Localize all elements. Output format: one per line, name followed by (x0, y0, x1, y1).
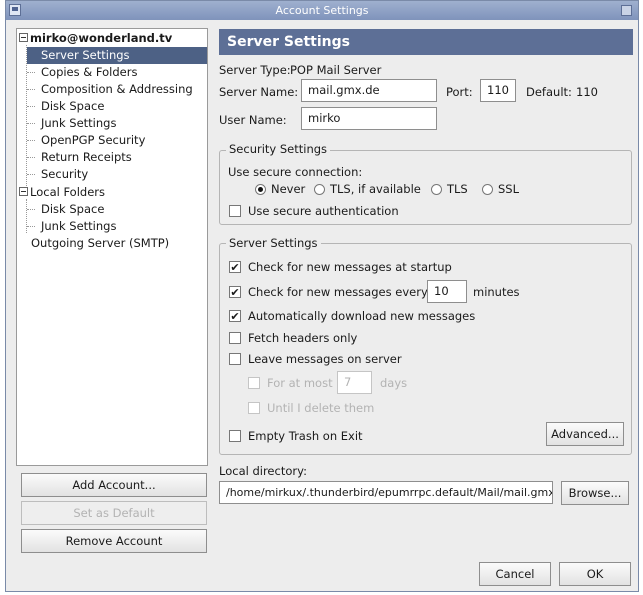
secure-auth-checkbox[interactable] (229, 205, 241, 217)
default-port-label: Default: (526, 85, 572, 99)
leave-messages-label[interactable]: Leave messages on server (248, 352, 402, 366)
tree-item-disk-space[interactable]: Disk Space (41, 98, 104, 115)
auto-download-checkbox[interactable]: ✔ (229, 310, 241, 322)
for-at-most-checkbox[interactable] (248, 377, 260, 389)
empty-trash-label[interactable]: Empty Trash on Exit (248, 429, 363, 443)
tree-item-return-receipts[interactable]: Return Receipts (41, 149, 132, 166)
radio-tls-if-available[interactable] (314, 184, 325, 195)
add-account-button[interactable]: Add Account... (21, 473, 207, 497)
tree-item-copies-folders[interactable]: Copies & Folders (41, 64, 137, 81)
radio-ssl[interactable] (482, 184, 493, 195)
auto-download-label[interactable]: Automatically download new messages (248, 309, 475, 323)
radio-ssl-label[interactable]: SSL (498, 182, 519, 196)
days-label: days (380, 376, 408, 390)
tree-item-label: Outgoing Server (SMTP) (31, 236, 170, 250)
server-type-value: POP Mail Server (290, 63, 382, 77)
days-input[interactable]: 7 (337, 371, 372, 394)
tree-item-composition[interactable]: Composition & Addressing (41, 81, 193, 98)
tree-item-local-disk-space[interactable]: Disk Space (41, 201, 104, 218)
check-every-checkbox[interactable]: ✔ (229, 286, 241, 298)
tree-account-label: mirko@wonderland.tv (30, 31, 173, 45)
tree-item-label: Return Receipts (41, 150, 132, 164)
ok-button[interactable]: OK (559, 562, 631, 586)
window-menu-icon[interactable] (9, 4, 21, 16)
collapse-icon[interactable] (19, 187, 28, 196)
default-port-value: 110 (576, 85, 598, 99)
server-settings-group-title: Server Settings (226, 236, 321, 250)
radio-never[interactable] (255, 184, 266, 195)
tree-item-label: Junk Settings (41, 219, 117, 233)
server-type-label: Server Type: (219, 63, 291, 77)
tree-item-label: Composition & Addressing (41, 82, 193, 96)
local-directory-input[interactable]: /home/mirkux/.thunderbird/epumrrpc.defau… (219, 481, 553, 504)
user-name-input[interactable]: mirko (301, 107, 437, 130)
server-name-label: Server Name: (219, 85, 299, 99)
cancel-button[interactable]: Cancel (479, 562, 551, 586)
tree-item-junk-settings[interactable]: Junk Settings (41, 115, 116, 132)
fetch-headers-checkbox[interactable] (229, 332, 241, 344)
window-title: Account Settings (275, 4, 369, 17)
port-input[interactable]: 110 (480, 79, 516, 102)
collapse-icon[interactable] (19, 33, 28, 42)
port-label: Port: (446, 85, 473, 99)
check-every-minutes-input[interactable]: 10 (427, 280, 467, 303)
account-settings-window: Account Settings mirko@wonderland.tv Ser… (5, 0, 639, 592)
tree-item-security[interactable]: Security (41, 166, 88, 183)
maximize-icon[interactable] (621, 5, 632, 16)
title-bar[interactable]: Account Settings (6, 1, 638, 20)
tree-item-label: Security (41, 167, 89, 181)
tree-item-label: Copies & Folders (41, 65, 138, 79)
tree-item-label: Disk Space (41, 202, 105, 216)
tree-item-server-settings[interactable]: Server Settings (27, 47, 207, 64)
tree-line (26, 199, 27, 233)
user-name-label: User Name: (219, 113, 287, 127)
local-directory-label: Local directory: (219, 464, 307, 478)
tree-local-folders-label: Local Folders (30, 185, 105, 199)
browse-button[interactable]: Browse... (561, 481, 629, 505)
check-every-label[interactable]: Check for new messages every (248, 285, 428, 299)
tree-line (26, 45, 27, 188)
radio-tls[interactable] (431, 184, 442, 195)
empty-trash-checkbox[interactable] (229, 430, 241, 442)
server-name-input[interactable]: mail.gmx.de (301, 79, 437, 102)
tree-account[interactable]: mirko@wonderland.tv (19, 30, 172, 47)
tree-item-label: OpenPGP Security (41, 133, 146, 147)
security-settings-title: Security Settings (226, 142, 331, 156)
tree-item-local-junk[interactable]: Junk Settings (41, 218, 116, 235)
leave-messages-checkbox[interactable] (229, 353, 241, 365)
panel-title: Server Settings (219, 29, 633, 55)
account-tree[interactable]: mirko@wonderland.tv Server Settings Copi… (16, 28, 208, 466)
tree-item-openpgp[interactable]: OpenPGP Security (41, 132, 145, 149)
check-startup-checkbox[interactable]: ✔ (229, 261, 241, 273)
advanced-button[interactable]: Advanced... (546, 422, 624, 446)
until-delete-checkbox[interactable] (248, 402, 260, 414)
fetch-headers-label[interactable]: Fetch headers only (248, 331, 357, 345)
secure-auth-label[interactable]: Use secure authentication (248, 204, 399, 218)
use-secure-connection-label: Use secure connection: (228, 165, 363, 179)
radio-tls-if-available-label[interactable]: TLS, if available (330, 182, 421, 196)
radio-tls-label[interactable]: TLS (447, 182, 468, 196)
set-default-button[interactable]: Set as Default (21, 501, 207, 525)
tree-item-label: Junk Settings (41, 116, 117, 130)
minutes-label: minutes (473, 285, 520, 299)
tree-item-outgoing-server[interactable]: Outgoing Server (SMTP) (31, 235, 169, 252)
for-at-most-label[interactable]: For at most (267, 376, 333, 390)
tree-item-label: Server Settings (41, 48, 130, 62)
check-startup-label[interactable]: Check for new messages at startup (248, 260, 452, 274)
radio-never-label[interactable]: Never (271, 182, 305, 196)
remove-account-button[interactable]: Remove Account (21, 529, 207, 553)
tree-item-label: Disk Space (41, 99, 105, 113)
until-delete-label[interactable]: Until I delete them (267, 401, 374, 415)
tree-local-folders[interactable]: Local Folders (19, 184, 105, 201)
